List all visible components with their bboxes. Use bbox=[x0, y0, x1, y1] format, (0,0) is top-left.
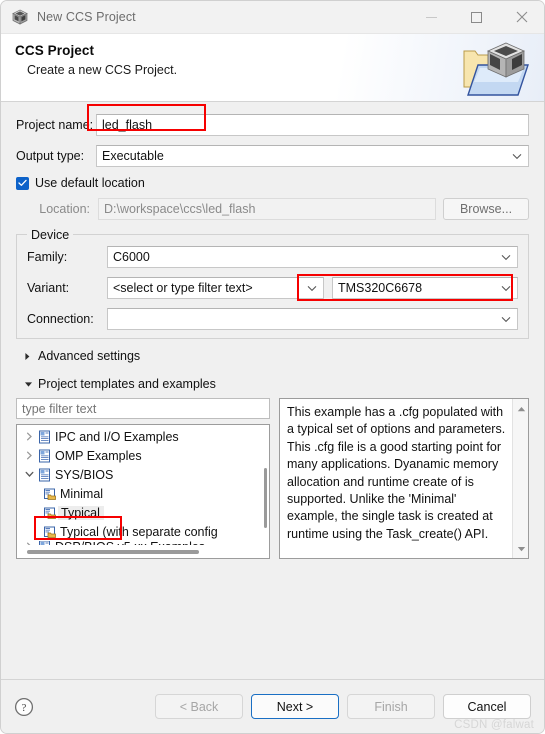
use-default-location-label: Use default location bbox=[35, 176, 145, 190]
category-icon bbox=[36, 449, 53, 463]
project-folder-cube-icon bbox=[458, 37, 536, 101]
tree-item-label: SYS/BIOS bbox=[55, 467, 114, 482]
tree-item[interactable]: Typical (with separate config bbox=[17, 522, 269, 541]
browse-button[interactable]: Browse... bbox=[443, 198, 529, 220]
project-name-row: Project name: led_flash bbox=[16, 114, 529, 136]
scroll-down-icon[interactable] bbox=[513, 541, 528, 556]
variant-device-combo[interactable]: TMS320C6678 bbox=[332, 277, 518, 299]
chevron-down-icon[interactable] bbox=[22, 471, 36, 478]
output-type-label: Output type: bbox=[16, 149, 85, 163]
tree-item-label: Typical bbox=[58, 505, 104, 520]
templates-tree-items: IPC and I/O Examples OMP Examples SYS/BI… bbox=[17, 425, 269, 552]
template-description-panel: This example has a .cfg populated with a… bbox=[279, 398, 529, 559]
variant-filter-value: <select or type filter text> bbox=[113, 281, 253, 295]
templates-area: IPC and I/O Examples bbox=[16, 398, 529, 559]
chevron-right-icon[interactable] bbox=[22, 451, 36, 460]
location-row: Location: D:\workspace\ccs\led_flash Bro… bbox=[16, 198, 529, 220]
tree-item-label: Minimal bbox=[60, 486, 104, 501]
use-default-location-row[interactable]: Use default location bbox=[16, 176, 529, 190]
category-icon bbox=[36, 468, 53, 482]
connection-label: Connection: bbox=[27, 312, 94, 326]
scroll-up-icon[interactable] bbox=[513, 401, 528, 416]
chevron-down-icon bbox=[497, 316, 515, 323]
project-name-label: Project name: bbox=[16, 118, 94, 132]
tree-horizontal-scrollbar-track bbox=[17, 545, 269, 558]
tree-item[interactable]: SYS/BIOS bbox=[17, 465, 269, 484]
device-group: Device Family: C6000 Variant: <select or… bbox=[16, 228, 529, 339]
template-description-text: This example has a .cfg populated with a… bbox=[287, 405, 506, 541]
chevron-right-icon[interactable] bbox=[22, 432, 36, 441]
svg-text:?: ? bbox=[22, 702, 27, 714]
template-icon bbox=[41, 487, 58, 501]
watermark: CSDN @falwat bbox=[454, 719, 534, 731]
ccs-cube-icon bbox=[12, 9, 28, 25]
tree-item-label: Typical (with separate config bbox=[60, 524, 218, 539]
dialog-footer: ? < Back Next > Finish Cancel CSDN @falw… bbox=[1, 680, 544, 733]
title-bar: New CCS Project bbox=[1, 1, 544, 34]
maximize-icon[interactable] bbox=[454, 1, 499, 34]
chevron-down-icon bbox=[497, 285, 515, 292]
tree-item[interactable]: OMP Examples bbox=[17, 446, 269, 465]
back-button[interactable]: < Back bbox=[155, 694, 243, 719]
chevron-right-icon bbox=[24, 352, 38, 361]
close-icon[interactable] bbox=[499, 1, 544, 34]
family-label: Family: bbox=[27, 250, 68, 264]
project-templates-expander[interactable]: Project templates and examples bbox=[24, 377, 529, 391]
variant-label: Variant: bbox=[27, 281, 70, 295]
chevron-down-icon bbox=[497, 254, 515, 261]
tree-item[interactable]: IPC and I/O Examples bbox=[17, 427, 269, 446]
wizard-header: CCS Project Create a new CCS Project. bbox=[1, 34, 544, 102]
advanced-settings-label: Advanced settings bbox=[38, 349, 141, 363]
finish-button[interactable]: Finish bbox=[347, 694, 435, 719]
template-icon bbox=[41, 525, 58, 539]
chevron-down-icon bbox=[303, 285, 321, 292]
chevron-down-icon bbox=[24, 381, 38, 388]
description-scrollbar[interactable] bbox=[512, 399, 528, 558]
connection-combo[interactable] bbox=[107, 308, 518, 330]
connection-row: Connection: bbox=[27, 308, 518, 330]
family-combo[interactable]: C6000 bbox=[107, 246, 518, 268]
new-ccs-project-dialog: New CCS Project CCS Project Create a new… bbox=[0, 0, 545, 734]
category-icon bbox=[36, 430, 53, 444]
tree-item-label: OMP Examples bbox=[55, 448, 142, 463]
variant-filter-combo[interactable]: <select or type filter text> bbox=[107, 277, 324, 299]
device-group-title: Device bbox=[27, 228, 74, 242]
use-default-location-checkbox[interactable] bbox=[16, 176, 29, 190]
window-controls bbox=[409, 1, 544, 34]
tree-vertical-scrollbar[interactable] bbox=[264, 468, 267, 528]
family-row: Family: C6000 bbox=[27, 246, 518, 268]
dialog-body: Project name: led_flash Output type: Exe… bbox=[1, 102, 544, 680]
footer-buttons: < Back Next > Finish Cancel bbox=[155, 694, 531, 719]
tree-item-label: IPC and I/O Examples bbox=[55, 429, 179, 444]
tree-item[interactable]: Minimal bbox=[17, 484, 269, 503]
location-input[interactable]: D:\workspace\ccs\led_flash bbox=[98, 198, 436, 220]
advanced-settings-expander[interactable]: Advanced settings bbox=[24, 349, 529, 363]
templates-tree[interactable]: IPC and I/O Examples OMP Examples SYS/BI… bbox=[16, 424, 270, 559]
output-type-combo[interactable]: Executable bbox=[96, 145, 529, 167]
next-button[interactable]: Next > bbox=[251, 694, 339, 719]
chevron-down-icon bbox=[508, 153, 526, 160]
cancel-button[interactable]: Cancel bbox=[443, 694, 531, 719]
output-type-value: Executable bbox=[102, 149, 164, 163]
minimize-icon[interactable] bbox=[409, 1, 454, 34]
project-templates-label: Project templates and examples bbox=[38, 377, 216, 391]
tree-item-typical[interactable]: Typical bbox=[17, 503, 269, 522]
window-title: New CCS Project bbox=[37, 10, 136, 24]
help-icon[interactable]: ? bbox=[14, 697, 34, 717]
variant-device-value: TMS320C6678 bbox=[338, 281, 423, 295]
family-value: C6000 bbox=[113, 250, 150, 264]
project-name-input[interactable]: led_flash bbox=[96, 114, 529, 136]
template-filter-input[interactable] bbox=[16, 398, 270, 419]
tree-horizontal-scrollbar[interactable] bbox=[27, 550, 199, 554]
variant-row: Variant: <select or type filter text> TM… bbox=[27, 277, 518, 299]
output-type-row: Output type: Executable bbox=[16, 145, 529, 167]
location-label: Location: bbox=[39, 202, 90, 216]
templates-left-pane: IPC and I/O Examples bbox=[16, 398, 270, 559]
template-icon bbox=[41, 506, 58, 520]
